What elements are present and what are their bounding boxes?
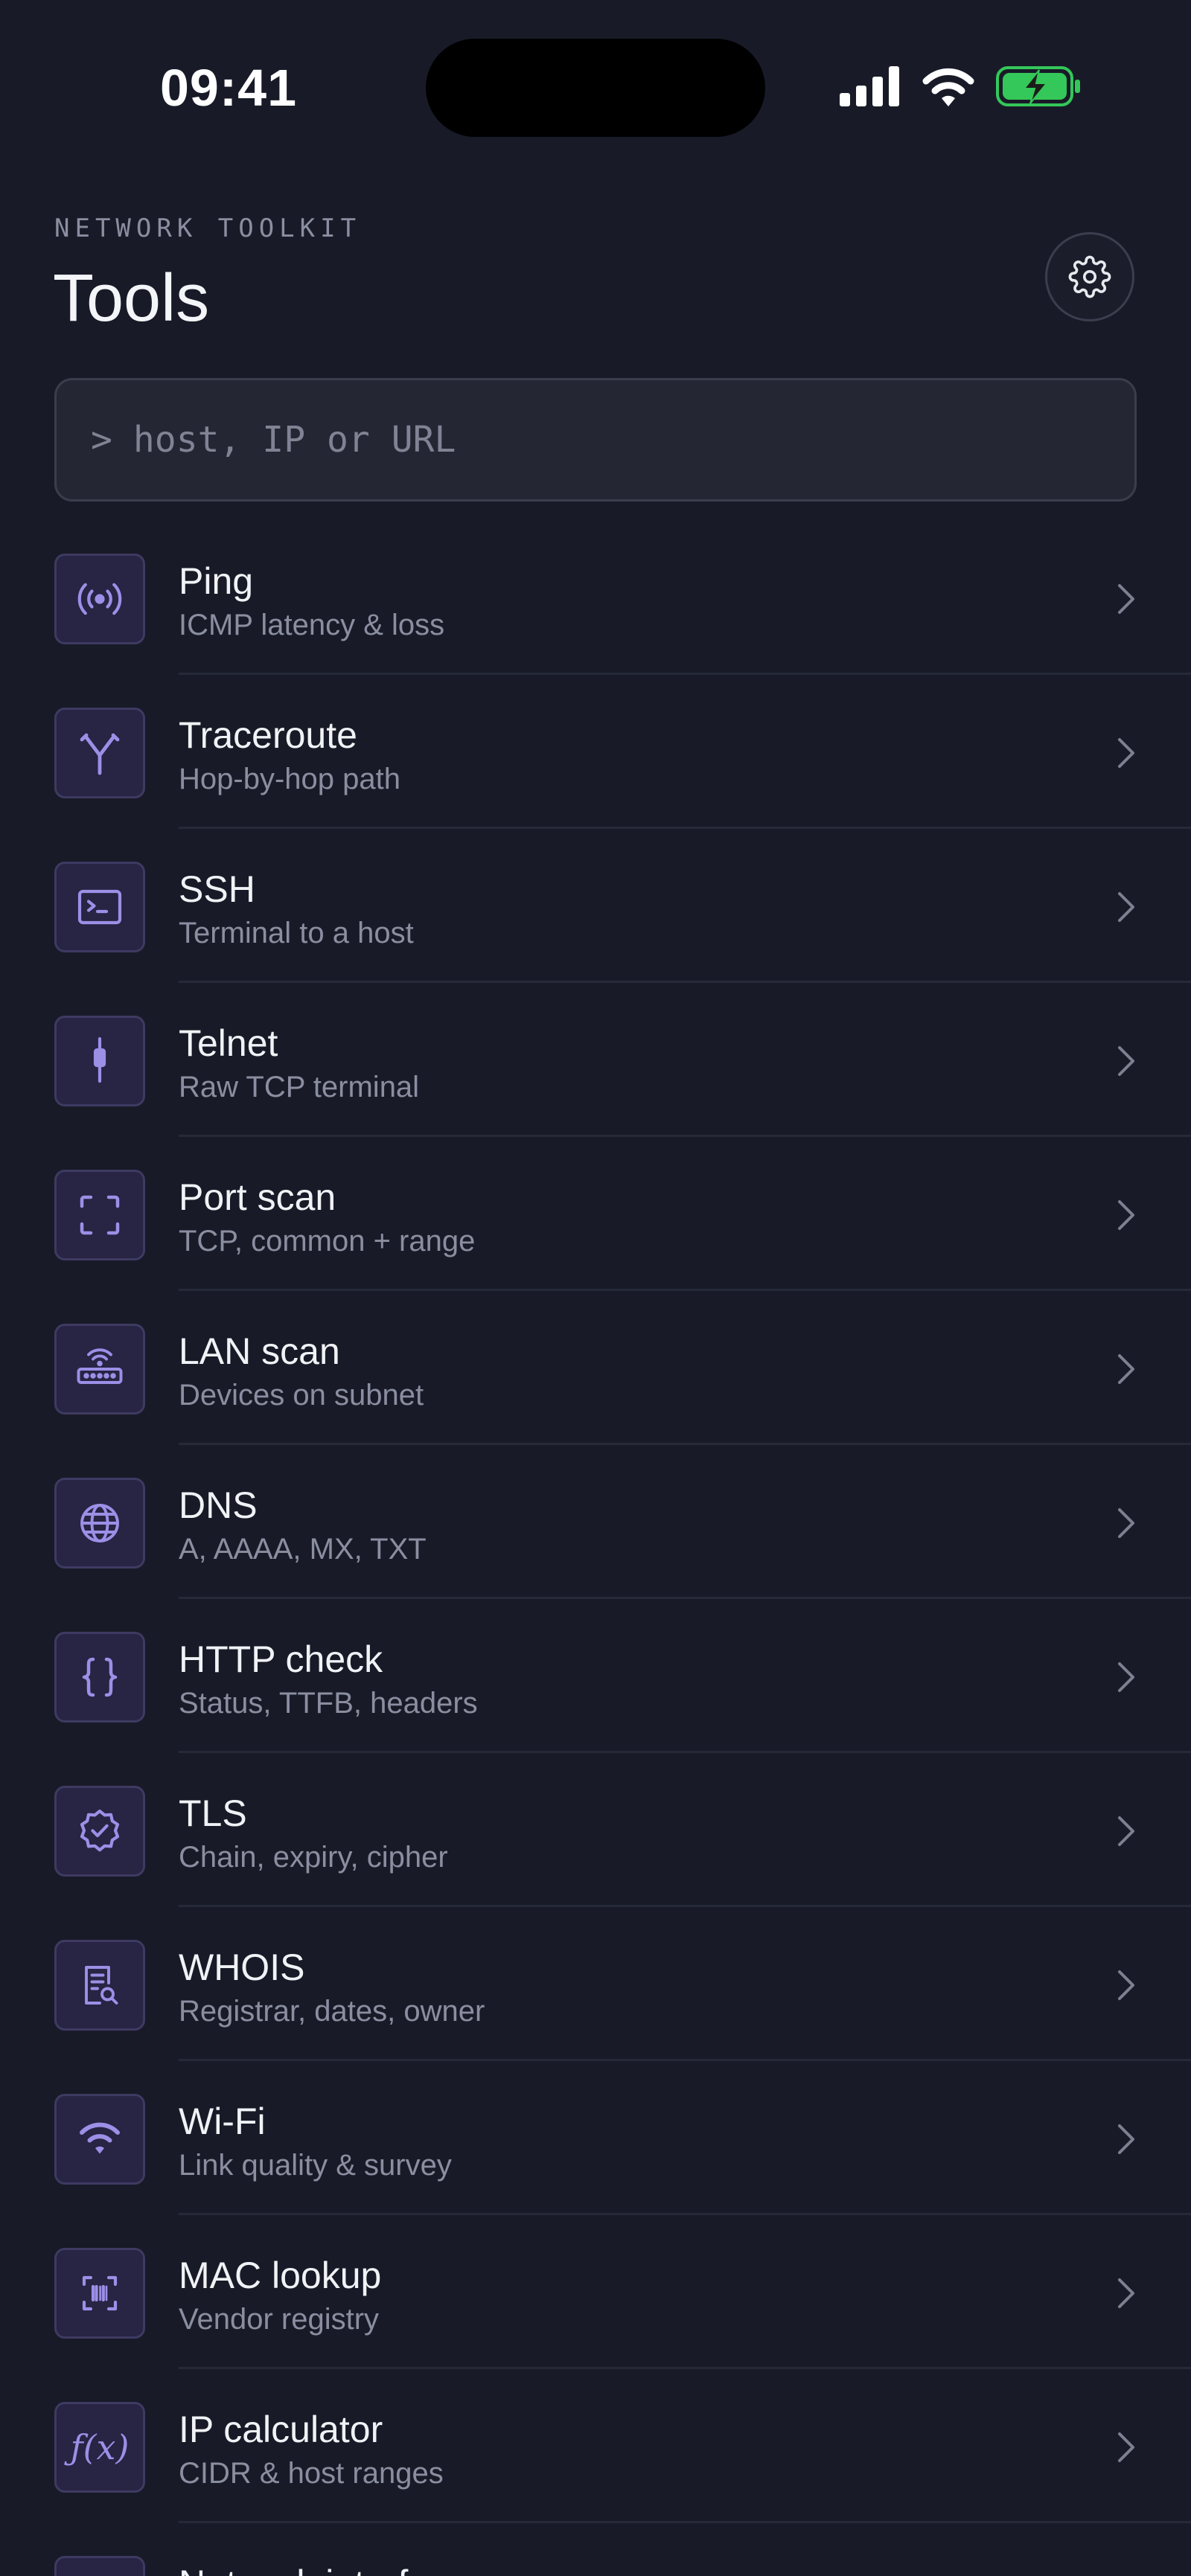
chevron-right-icon [1118,1970,1134,2000]
tool-list: Ping ICMP latency & loss Traceroute Hop-… [0,521,1191,2576]
status-time: 09:41 [160,59,298,117]
tool-name: Ping [179,560,254,602]
chevron-right-icon [1118,1354,1134,1384]
tool-row-http-check[interactable]: HTTP check Status, TTFB, headers [0,1599,1191,1753]
tool-description: Chain, expiry, cipher [179,1841,448,1874]
tool-row-tls[interactable]: TLS Chain, expiry, cipher [0,1753,1191,1907]
tool-name: Traceroute [179,714,357,756]
search-input[interactable] [132,419,1134,461]
tool-row-whois[interactable]: WHOIS Registrar, dates, owner [0,1907,1191,2061]
tool-description: Hop-by-hop path [179,763,400,795]
tool-name: DNS [179,1484,258,1526]
tool-description: Devices on subnet [179,1379,424,1412]
wifi-icon [54,2094,145,2185]
tool-description: TCP, common + range [179,1225,476,1257]
tool-name: LAN scan [179,1330,340,1372]
terminal-icon [54,862,145,952]
tool-description: Vendor registry [179,2303,380,2336]
tool-row-ssh[interactable]: SSH Terminal to a host [0,829,1191,983]
settings-button[interactable] [1045,232,1134,321]
tool-row-ping[interactable]: Ping ICMP latency & loss [0,521,1191,675]
status-icons [840,65,1081,107]
broadcast-icon [54,554,145,644]
search-field[interactable]: > [54,378,1137,502]
tool-row-network-interfaces[interactable]: Network interfaces [0,2523,1191,2576]
route-split-icon [54,708,145,798]
tool-name: Port scan [179,1176,336,1218]
chevron-right-icon [1118,2432,1134,2462]
chevron-right-icon [1118,738,1134,768]
tool-row-mac-lookup[interactable]: MAC lookup Vendor registry [0,2215,1191,2369]
barcode-scan-icon [54,2248,145,2339]
dynamic-island [426,39,765,137]
tool-description: Status, TTFB, headers [179,1687,478,1720]
chevron-right-icon [1118,1816,1134,1846]
plug-icon [54,1016,145,1106]
tool-description: Terminal to a host [179,917,414,949]
search-prompt: > [91,419,112,461]
tool-row-ip-calculator[interactable]: ƒ(x) IP calculator CIDR & host ranges [0,2369,1191,2523]
router-icon [54,1324,145,1414]
chevron-right-icon [1118,1662,1134,1692]
tool-name: SSH [179,868,255,910]
tool-description: Link quality & survey [179,2149,452,2182]
braces-icon [54,1632,145,1723]
scan-frame-icon [54,1170,145,1260]
tool-description: Raw TCP terminal [179,1071,420,1103]
tool-row-traceroute[interactable]: Traceroute Hop-by-hop path [0,675,1191,829]
battery-charging-icon [996,66,1080,106]
globe-icon [54,1478,145,1569]
chevron-right-icon [1118,2124,1134,2154]
page-title: Tools [53,261,210,336]
tool-name: Network interfaces [179,2562,487,2576]
tool-row-wi-fi[interactable]: Wi-Fi Link quality & survey [0,2061,1191,2215]
tool-description: CIDR & host ranges [179,2457,444,2490]
tool-name: MAC lookup [179,2255,382,2296]
chevron-right-icon [1118,584,1134,614]
chevron-right-icon [1118,1508,1134,1538]
tools-screen: 09:41 NETWORK TOOLKIT Tools > host, IP o… [0,0,1191,2576]
chevron-right-icon [1118,2278,1134,2308]
wifi-status-icon [922,68,974,106]
chevron-right-icon [1118,892,1134,922]
status-bar: 09:41 [0,0,1191,149]
tool-name: Telnet [179,1022,278,1064]
tool-row-lan-scan[interactable]: LAN scan Devices on subnet [0,1291,1191,1445]
verified-badge-icon [54,1786,145,1877]
tool-name: Wi-Fi [179,2101,266,2142]
tool-description: A, AAAA, MX, TXT [179,1533,427,1566]
tool-description: ICMP latency & loss [179,609,445,641]
tool-name: IP calculator [179,2409,383,2450]
chevron-right-icon [1118,1200,1134,1230]
header-eyebrow: NETWORK TOOLKIT [54,214,362,243]
cellular-signal-icon [840,66,899,106]
chevron-right-icon [1118,1046,1134,1076]
gear-icon [1068,255,1111,298]
document-search-icon [54,1940,145,2031]
tool-row-port-scan[interactable]: Port scan TCP, common + range [0,1137,1191,1291]
tool-row-telnet[interactable]: Telnet Raw TCP terminal [0,983,1191,1137]
function-icon: ƒ(x) [54,2402,145,2493]
tool-name: HTTP check [179,1638,383,1680]
tool-name: TLS [179,1792,247,1834]
tool-name: WHOIS [179,1947,305,1988]
tool-row-dns[interactable]: DNS A, AAAA, MX, TXT [0,1445,1191,1599]
tool-description: Registrar, dates, owner [179,1995,485,2028]
network-interface-icon [54,2556,145,2576]
